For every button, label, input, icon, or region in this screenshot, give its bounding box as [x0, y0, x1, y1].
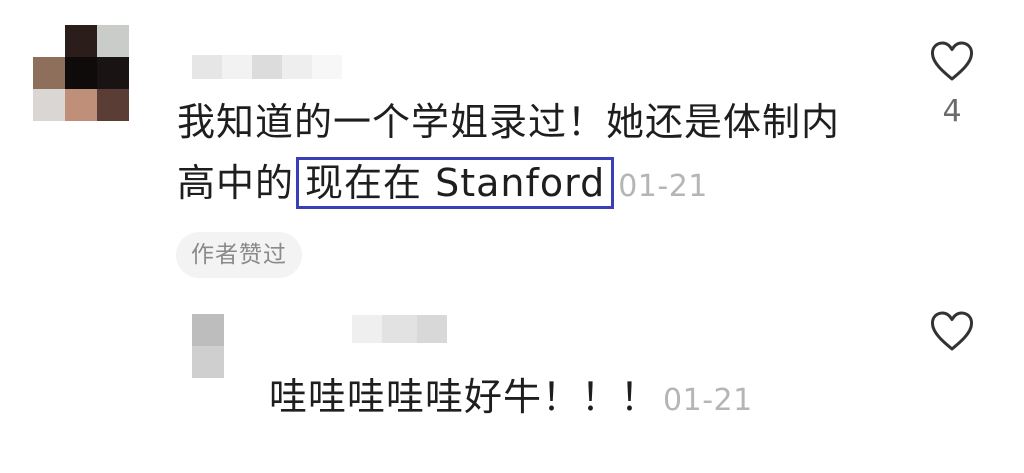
comment-timestamp: 01-21 [618, 169, 708, 204]
comment-text-line1: 我知道的一个学姐录过！她还是体制内 [177, 100, 841, 144]
highlighted-text: 现在在 Stanford [296, 157, 615, 209]
like-button[interactable] [922, 310, 982, 352]
reply-text-content: 哇哇哇哇哇好牛！！！ [269, 375, 660, 419]
heart-outline-icon [930, 311, 974, 351]
like-button[interactable]: 4 [922, 40, 982, 129]
comment-text-prefix: 高中的 [177, 161, 295, 205]
avatar[interactable] [33, 25, 129, 121]
reply-text: 哇哇哇哇哇好牛！！！ 01-21 [269, 367, 753, 431]
author-liked-badge: 作者赞过 [176, 232, 302, 278]
heart-outline-icon [930, 41, 974, 81]
like-count: 4 [942, 94, 962, 129]
username-blurred[interactable] [192, 55, 342, 79]
avatar[interactable] [192, 314, 224, 378]
reply-timestamp: 01-21 [663, 383, 753, 418]
comment-text-line2: 高中的 现在在 Stanford 01-21 [177, 153, 708, 217]
username-blurred[interactable] [352, 315, 447, 343]
